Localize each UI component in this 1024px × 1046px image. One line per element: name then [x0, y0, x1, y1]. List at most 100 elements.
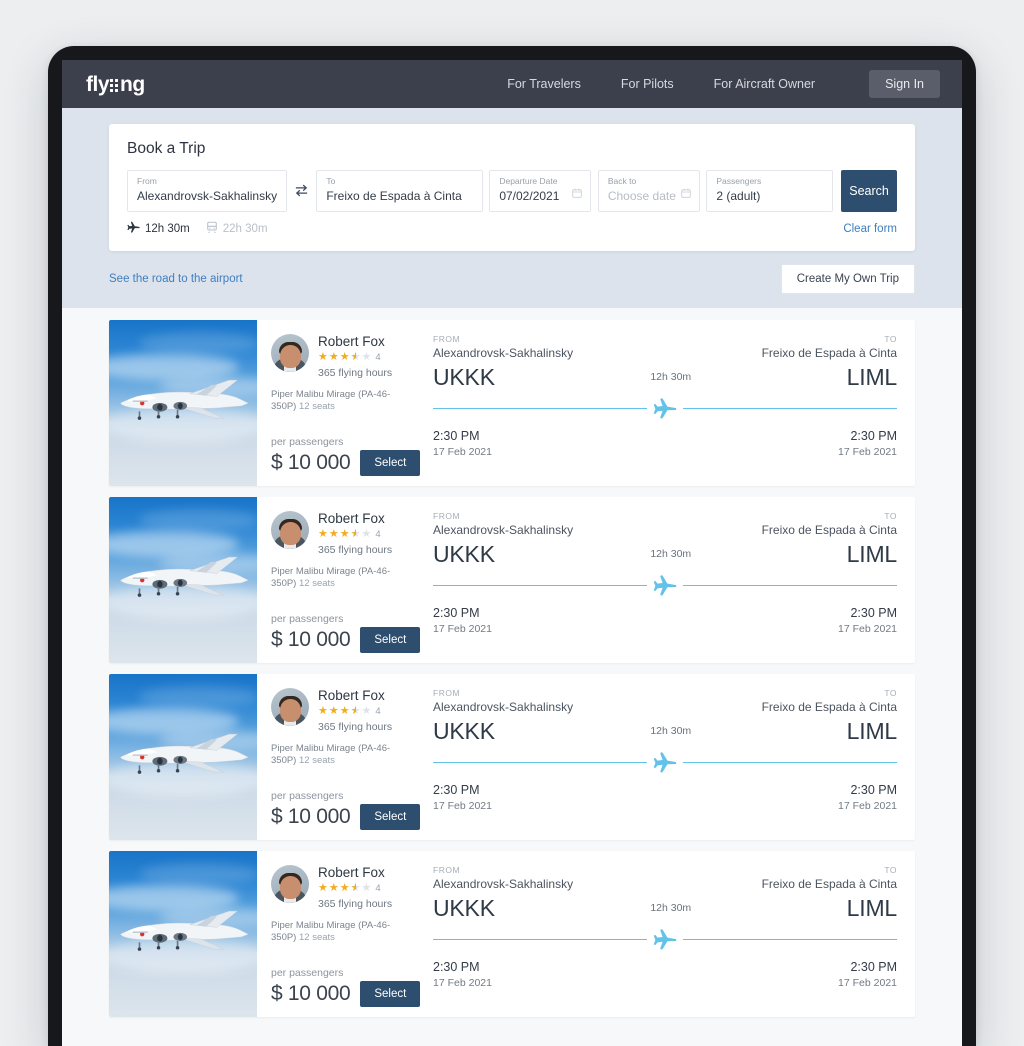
arrival-block: 2:30 PM 17 Feb 2021	[838, 606, 897, 635]
flight-duration: 12h 30m	[650, 548, 692, 561]
select-button[interactable]: Select	[360, 803, 421, 830]
select-button[interactable]: Select	[360, 626, 421, 653]
airport-codes-row: UKKK 12h 30m LIML	[433, 541, 897, 568]
field-spacer-3	[700, 170, 707, 212]
price-row: $ 10 000 Select	[271, 980, 421, 1007]
create-my-own-trip-button[interactable]: Create My Own Trip	[780, 263, 915, 294]
star-icon: ★	[339, 881, 350, 894]
route-line	[433, 751, 897, 775]
swap-arrows-icon[interactable]	[287, 170, 316, 212]
flying-hours: 365 flying hours	[318, 366, 393, 379]
back-to-date-field[interactable]: Back to Choose date	[597, 170, 700, 212]
avatar[interactable]	[271, 687, 309, 726]
rating-count: 4	[375, 882, 381, 894]
avatar[interactable]	[271, 333, 309, 372]
star-empty-icon: ★	[361, 527, 372, 540]
route-times: 2:30 PM 17 Feb 2021 2:30 PM 17 Feb 2021	[433, 960, 897, 989]
departure-date: 17 Feb 2021	[433, 799, 492, 812]
calendar-icon[interactable]	[572, 185, 582, 203]
route-line-left	[433, 761, 647, 764]
arrival-block: 2:30 PM 17 Feb 2021	[838, 783, 897, 812]
from-caption: FROM	[433, 510, 461, 521]
calendar-icon[interactable]	[680, 185, 691, 203]
route-line-right	[683, 761, 897, 764]
aircraft-photo[interactable]	[109, 496, 257, 663]
star-icon: ★	[328, 704, 339, 717]
pilot-info: Robert Fox ★ ★ ★ ★ ★ 4 365 flying hours …	[257, 851, 425, 1017]
select-button[interactable]: Select	[360, 980, 421, 1007]
airport-codes-row: UKKK 12h 30m LIML	[433, 895, 897, 922]
departure-time: 2:30 PM	[433, 959, 480, 974]
departure-date: 17 Feb 2021	[433, 445, 492, 458]
travel-mode-plane[interactable]: 12h 30m	[127, 221, 190, 237]
departure-time: 2:30 PM	[433, 428, 480, 443]
from-field[interactable]: From Alexandrovsk-Sakhalinsky	[127, 170, 288, 212]
route-cities: FROM Alexandrovsk-Sakhalinsky TO Freixo …	[433, 511, 897, 537]
aircraft-model: Piper Malibu Mirage (PA-46-350P) 12 seat…	[271, 566, 415, 591]
back-to-input[interactable]: Choose date	[608, 189, 690, 203]
from-city: Alexandrovsk-Sakhalinsky	[433, 876, 574, 891]
pilot-name-rating: Robert Fox ★ ★ ★ ★ ★ 4 365 flying hours	[318, 688, 392, 733]
sign-in-button[interactable]: Sign In	[869, 70, 940, 98]
logo-text-end: ng	[120, 72, 145, 96]
nav-link-for-pilots[interactable]: For Pilots	[621, 77, 674, 91]
to-field[interactable]: To Freixo de Espada à Cinta	[316, 170, 483, 212]
route-origin: FROM Alexandrovsk-Sakhalinsky	[433, 865, 573, 891]
travel-mode-train[interactable]: 22h 30m	[206, 221, 268, 236]
nav-link-for-aircraft-owner[interactable]: For Aircraft Owner	[714, 77, 815, 91]
departure-date-field[interactable]: Departure Date 07/02/2021	[489, 170, 592, 212]
select-button[interactable]: Select	[360, 449, 421, 476]
top-navbar: fly ng For Travelers For Pilots For Aircr…	[62, 60, 962, 108]
star-half-icon: ★	[351, 705, 361, 717]
departure-date-input[interactable]: 07/02/2021	[499, 189, 581, 203]
aircraft-photo[interactable]	[109, 850, 257, 1017]
flight-duration: 12h 30m	[650, 725, 692, 738]
aircraft-seats: 12 seats	[299, 401, 335, 413]
aircraft-photo[interactable]	[109, 673, 257, 840]
flight-result-card[interactable]: Robert Fox ★ ★ ★ ★ ★ 4 365 flying hours …	[109, 850, 915, 1017]
flight-result-card[interactable]: Robert Fox ★ ★ ★ ★ ★ 4 365 flying hours …	[109, 496, 915, 663]
from-airport-code: UKKK	[433, 363, 495, 390]
rating-stars: ★ ★ ★ ★ ★ 4	[318, 704, 392, 717]
price-amount: $ 10 000	[271, 981, 351, 1005]
from-city: Alexandrovsk-Sakhalinsky	[433, 345, 574, 360]
departure-block: 2:30 PM 17 Feb 2021	[433, 429, 492, 458]
passengers-field[interactable]: Passengers 2 (adult)	[706, 170, 834, 212]
airplane-icon	[653, 751, 677, 775]
brand-logo[interactable]: fly ng	[86, 74, 145, 95]
back-to-label: Back to	[607, 176, 637, 186]
flight-result-card[interactable]: Robert Fox ★ ★ ★ ★ ★ 4 365 flying hours …	[109, 673, 915, 840]
star-empty-icon: ★	[361, 350, 372, 363]
pilot-name-rating: Robert Fox ★ ★ ★ ★ ★ 4 365 flying hours	[318, 334, 392, 379]
to-city: Freixo de Espada à Cinta	[761, 876, 897, 891]
to-input[interactable]: Freixo de Espada à Cinta	[326, 189, 472, 203]
price-row: $ 10 000 Select	[271, 626, 421, 653]
route-destination: TO Freixo de Espada à Cinta	[762, 334, 897, 360]
departure-time: 2:30 PM	[433, 782, 480, 797]
passengers-input[interactable]: 2 (adult)	[716, 189, 823, 203]
route-line-left	[433, 407, 647, 410]
departure-block: 2:30 PM 17 Feb 2021	[433, 783, 492, 812]
travel-mode-plane-label: 12h 30m	[145, 222, 190, 235]
arrival-time: 2:30 PM	[850, 428, 897, 443]
avatar[interactable]	[271, 864, 309, 903]
clear-form-link[interactable]: Clear form	[843, 223, 897, 235]
from-input[interactable]: Alexandrovsk-Sakhalinsky	[137, 189, 277, 203]
tablet-device-frame: fly ng For Travelers For Pilots For Aircr…	[48, 46, 976, 1046]
search-button[interactable]: Search	[841, 170, 897, 212]
aircraft-photo[interactable]	[109, 319, 257, 486]
arrival-date: 17 Feb 2021	[838, 622, 897, 635]
rating-stars: ★ ★ ★ ★ ★ 4	[318, 881, 392, 894]
field-spacer-1	[483, 170, 490, 212]
route-times: 2:30 PM 17 Feb 2021 2:30 PM 17 Feb 2021	[433, 783, 897, 812]
flight-result-card[interactable]: Robert Fox ★ ★ ★ ★ ★ 4 365 flying hours …	[109, 319, 915, 486]
star-icon: ★	[339, 704, 350, 717]
price-amount: $ 10 000	[271, 804, 351, 828]
route-cities: FROM Alexandrovsk-Sakhalinsky TO Freixo …	[433, 688, 897, 714]
see-road-to-airport-link[interactable]: See the road to the airport	[109, 273, 243, 285]
avatar[interactable]	[271, 510, 309, 549]
nav-link-for-travelers[interactable]: For Travelers	[507, 77, 581, 91]
star-icon: ★	[318, 350, 328, 363]
arrival-block: 2:30 PM 17 Feb 2021	[838, 429, 897, 458]
route-times: 2:30 PM 17 Feb 2021 2:30 PM 17 Feb 2021	[433, 606, 897, 635]
